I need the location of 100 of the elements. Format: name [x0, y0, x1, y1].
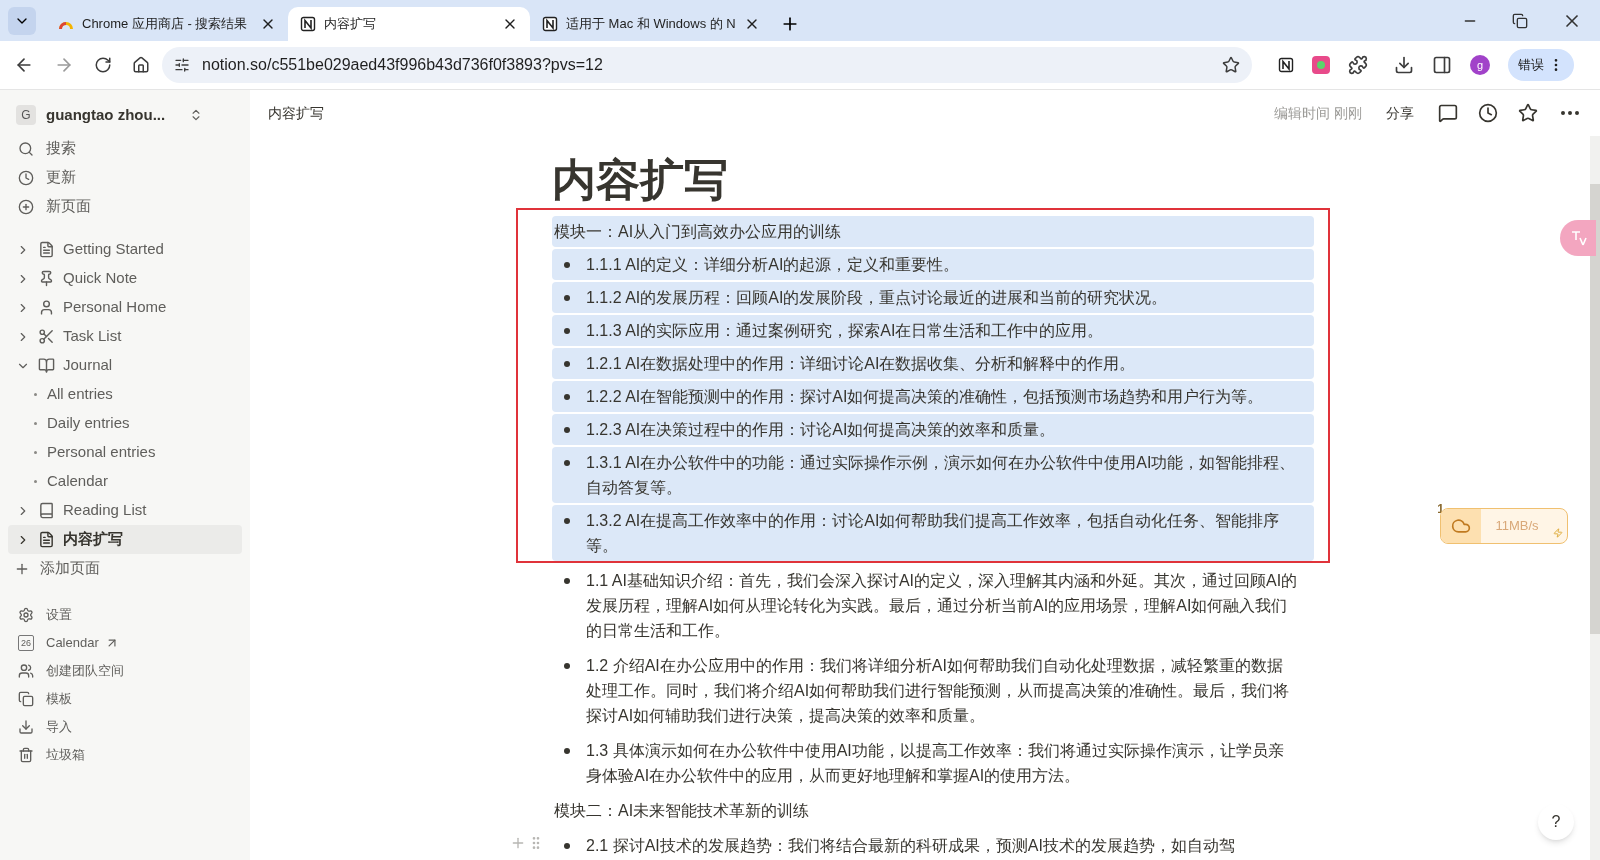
bullet-icon — [564, 748, 570, 754]
copy-icon — [18, 691, 34, 707]
list-item-text: 1.3.2 AI在提高工作效率中的作用：讨论AI如何帮助我们提高工作效率，包括自动化任务、智能排序等。 — [586, 511, 1281, 556]
sidebar-item[interactable]: 导入 — [8, 713, 242, 741]
notion-icon — [300, 16, 316, 32]
bullet-icon — [34, 422, 37, 425]
sub-page-item[interactable]: Personal entries — [8, 438, 242, 467]
page-item[interactable]: Getting Started — [8, 235, 242, 264]
bullet-icon — [34, 393, 37, 396]
browser-tab[interactable]: Chrome 应用商店 - 搜索结果 — [46, 7, 288, 41]
page-item[interactable]: Task List — [8, 322, 242, 351]
sub-page-item[interactable]: All entries — [8, 380, 242, 409]
bullet-icon — [564, 262, 570, 268]
list-item-text: 1.1.1 AI的定义：详细分析AI的起源，定义和重要性。 — [586, 255, 960, 275]
site-settings-icon[interactable] — [174, 57, 190, 73]
sidebar-item[interactable]: 更新 — [8, 163, 242, 192]
tab-title: 适用于 Mac 和 Windows 的 N — [566, 15, 736, 34]
plus-circle-icon — [18, 198, 34, 215]
document-icon — [38, 241, 55, 258]
breadcrumb[interactable]: 内容扩写 — [268, 102, 324, 124]
list-item-text: 1.2.3 AI在决策过程中的作用：讨论AI如何提高决策的效率和质量。 — [586, 420, 1056, 440]
list-item-text: 1.2.1 AI在数据处理中的作用：详细讨论AI在数据收集、分析和解释中的作用。 — [586, 354, 1136, 374]
page-item[interactable]: Personal Home — [8, 293, 242, 322]
settings-icon — [18, 607, 34, 623]
sidebar-item[interactable]: 设置 — [8, 601, 242, 629]
help-button[interactable]: ? — [1538, 804, 1574, 840]
bullet-icon — [564, 843, 570, 849]
sidebar-item[interactable]: 创建团队空间 — [8, 657, 242, 685]
comment-icon[interactable] — [1438, 103, 1458, 123]
pin-icon — [38, 270, 55, 287]
browser-tab[interactable]: 适用于 Mac 和 Windows 的 N — [530, 7, 772, 41]
bullet-icon — [564, 663, 570, 669]
extension-icon[interactable] — [1312, 56, 1330, 74]
speed-text: 11MB/s — [1494, 517, 1540, 536]
tab-title: 内容扩写 — [324, 15, 377, 34]
add-page-item[interactable]: 添加页面 — [8, 554, 242, 583]
sidebar-item[interactable]: 新页面 — [8, 192, 242, 221]
download-icon — [18, 719, 34, 735]
error-button[interactable]: 错误 — [1508, 49, 1574, 81]
bullet-icon — [564, 427, 570, 433]
download-icon[interactable] — [1394, 55, 1414, 75]
list-item-text: 1.3.1 AI在办公软件中的功能：通过实际操作示例，演示如何在办公软件中使用AI功能，如智能排程、自动答复等。 — [586, 453, 1297, 498]
bullet-icon — [564, 578, 570, 584]
page-item[interactable]: Journal — [8, 351, 242, 380]
list-item-text: 1.1 AI基础知识介绍：首先，我们会深入探讨AI的定义，深入理解其内涵和外延。其次，通过回顾AI的发展历程，理解AI如何从理论转化为实践。最后，通过分析当前AI的应用场景，理解AI如何融入我们的日常生活和工作。 — [586, 571, 1298, 641]
bullet-icon — [564, 361, 570, 367]
share-button[interactable]: 分享 — [1386, 102, 1414, 124]
restore-icon[interactable] — [1512, 12, 1528, 29]
notion-icon — [1278, 57, 1294, 73]
profile-avatar[interactable]: g — [1470, 55, 1490, 75]
bullet-icon — [564, 460, 570, 466]
sub-page-item[interactable]: Daily entries — [8, 409, 242, 438]
bookmark-star-icon[interactable] — [1222, 56, 1240, 74]
search-icon — [18, 140, 34, 157]
document-icon — [38, 531, 55, 548]
favorite-icon[interactable] — [1518, 103, 1538, 123]
notion-icon — [542, 16, 558, 32]
home-icon[interactable] — [132, 56, 150, 74]
sidebar-item[interactable]: 垃圾箱 — [8, 741, 242, 769]
workspace-name[interactable]: guangtao zhou... — [46, 103, 166, 127]
calendar-icon: 26 — [18, 635, 34, 651]
sidebar-item[interactable]: 模板 — [8, 685, 242, 713]
bullet-icon — [564, 295, 570, 301]
sub-page-item[interactable]: Calendar — [8, 467, 242, 496]
page-item[interactable]: 内容扩写 — [8, 525, 242, 554]
page-title: 内容扩写 — [552, 154, 729, 206]
tab-list-button[interactable] — [8, 6, 36, 35]
page-item[interactable]: Quick Note — [8, 264, 242, 293]
scissors-icon — [38, 328, 55, 345]
page-item[interactable]: Reading List — [8, 496, 242, 525]
extensions-icon[interactable] — [1348, 55, 1368, 75]
address-field[interactable]: notion.so/c551be029aed43f996b43d736f0f3893?pvs=12 — [162, 47, 1252, 83]
translate-icon — [1569, 229, 1587, 247]
cloud-icon — [1451, 516, 1471, 536]
module-heading: 模块二：AI未来智能技术革新的训练 — [553, 801, 810, 821]
book-icon — [38, 502, 55, 519]
browser-tab[interactable]: 内容扩写 — [288, 7, 530, 41]
list-item-text: 1.2.2 AI在智能预测中的作用：探讨AI如何提高决策的准确性，包括预测市场趋势和用户行为等。 — [586, 387, 1264, 407]
list-item-text: 1.2 介绍AI在办公应用中的作用：我们将详细分析AI如何帮助我们自动化处理数据，减轻繁重的数据处理工作。同时，我们将介绍AI如何帮助我们进行智能预测，从而提高决策的准确性。最后，我们将探讨AI如何辅助我们进行决策，提高决策的效率和质量。 — [586, 656, 1291, 726]
workspace-avatar[interactable]: G — [16, 105, 36, 125]
lightning-icon — [1553, 528, 1563, 538]
history-icon[interactable] — [1478, 103, 1498, 123]
list-item-text: 1.1.2 AI的发展历程：回顾AI的发展阶段，重点讨论最近的进展和当前的研究状况。 — [586, 288, 1168, 308]
edited-time: 编辑时间 刚刚 — [1274, 103, 1362, 123]
bullet-icon — [564, 518, 570, 524]
sidebar-item[interactable]: 26 Calendar — [8, 629, 242, 657]
list-item-text: 2.1 探讨AI技术的发展趋势：我们将结合最新的科研成果，预测AI技术的发展趋势，如自动驾 — [586, 836, 1235, 856]
tab-title: Chrome 应用商店 - 搜索结果 — [82, 15, 249, 34]
url-text: notion.so/c551be029aed43f996b43d736f0f3893?pvs=12 — [202, 55, 604, 75]
list-item-text: 1.1.3 AI的实际应用：通过案例研究，探索AI在日常生活和工作中的应用。 — [586, 321, 1104, 341]
sidebar-item[interactable]: 搜索 — [8, 134, 242, 163]
reload-icon[interactable] — [94, 56, 112, 74]
side-panel-icon[interactable] — [1432, 55, 1452, 75]
bullet-icon — [564, 394, 570, 400]
person-icon — [38, 299, 55, 316]
bullet-icon — [34, 480, 37, 483]
module-heading: 模块一：AI从入门到高效办公应用的训练 — [553, 222, 842, 242]
trash-icon — [18, 747, 34, 763]
bullet-icon — [564, 328, 570, 334]
clock-icon — [18, 169, 34, 186]
